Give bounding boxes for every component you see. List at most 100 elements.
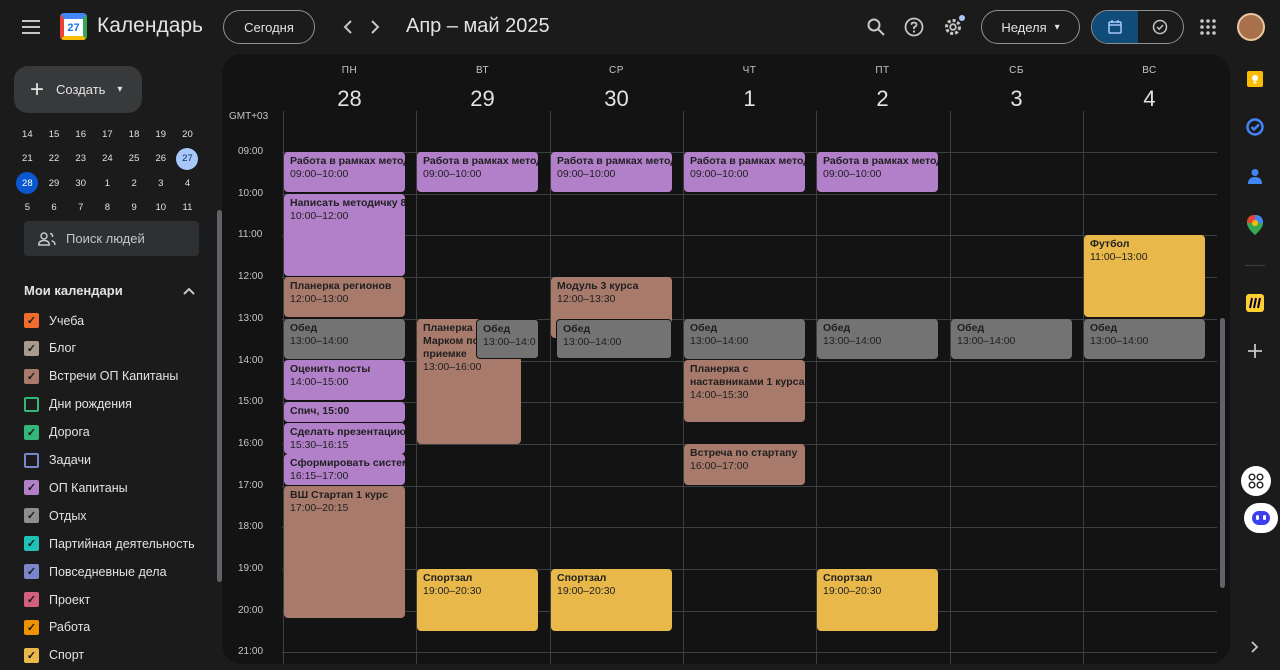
checkbox-icon[interactable]: ✓ xyxy=(24,592,39,607)
checkbox-icon[interactable]: ✓ xyxy=(24,424,39,440)
calendar-event[interactable]: Сформировать систем 16:15–17:00 xyxy=(284,454,405,485)
calendar-event[interactable]: Спортзал 19:00–20:30 xyxy=(417,569,538,631)
calendar-event[interactable]: Оценить посты 14:00–15:00 xyxy=(284,360,405,400)
mini-calendar-day[interactable]: 25 xyxy=(121,148,148,170)
checkbox-icon[interactable] xyxy=(24,452,39,468)
calendar-view-icon[interactable] xyxy=(1092,11,1138,43)
calendar-event[interactable]: Обед 13:00–14:00 xyxy=(1084,319,1205,359)
calendar-event[interactable]: Написать методичку 8 10:00–12:00 xyxy=(284,194,405,276)
calendar-event[interactable]: Работа в рамках метод 09:00–10:00 xyxy=(284,152,405,192)
mini-calendar-day[interactable]: 20 xyxy=(174,123,201,145)
calendar-event[interactable]: Работа в рамках метод 09:00–10:00 xyxy=(817,152,938,192)
today-button[interactable]: Сегодня xyxy=(223,10,315,44)
calendar-item[interactable]: ✓ Проект xyxy=(24,592,90,607)
calendar-item[interactable]: ✓ Отдых xyxy=(24,508,87,524)
mini-calendar-day[interactable]: 1 xyxy=(94,172,121,194)
settings-gear-icon[interactable] xyxy=(941,15,965,39)
mini-calendar-day[interactable]: 18 xyxy=(121,123,148,145)
mini-calendar-day[interactable]: 27 xyxy=(176,147,199,170)
calendar-event[interactable]: Планерка с наставниками 1 курса 14:00–15:3… xyxy=(684,360,805,422)
account-avatar[interactable] xyxy=(1237,13,1265,41)
search-icon[interactable] xyxy=(864,15,888,39)
calendar-event[interactable]: Футбол 11:00–13:00 xyxy=(1084,235,1205,317)
google-apps-icon[interactable] xyxy=(1196,15,1220,39)
expand-panel-icon[interactable] xyxy=(1241,633,1269,661)
mini-calendar-day[interactable]: 28 xyxy=(16,172,39,195)
day-date[interactable]: 4 xyxy=(1083,86,1216,112)
calendar-item[interactable]: ✓ Работа xyxy=(24,619,90,635)
checkbox-icon[interactable]: ✓ xyxy=(24,647,39,663)
tasks-icon[interactable] xyxy=(1241,113,1269,141)
mini-calendar-day[interactable]: 3 xyxy=(147,172,174,194)
mini-calendar-day[interactable]: 19 xyxy=(147,123,174,145)
calendar-item[interactable]: ✓ Повседневные дела xyxy=(24,564,167,580)
checkbox-icon[interactable]: ✓ xyxy=(24,368,39,384)
calendar-event[interactable]: ВШ Стартап 1 курс 17:00–20:15 xyxy=(284,486,405,618)
mini-calendar-day[interactable]: 16 xyxy=(67,123,94,145)
day-header[interactable]: ПТ 2 xyxy=(816,54,949,112)
calendar-event[interactable]: Работа в рамках метод 09:00–10:00 xyxy=(684,152,805,192)
checkbox-icon[interactable]: ✓ xyxy=(24,313,39,328)
calendar-event[interactable]: Спич, 15:00 xyxy=(284,402,405,422)
tasks-view-icon[interactable] xyxy=(1138,11,1184,43)
calendar-item[interactable]: ✓ Спорт xyxy=(24,647,84,663)
calendar-event[interactable]: Сделать презентацию 15:30–16:15 xyxy=(284,423,405,454)
checkbox-icon[interactable]: ✓ xyxy=(24,564,39,580)
mini-calendar-day[interactable]: 15 xyxy=(41,123,68,145)
mini-calendar-day[interactable]: 4 xyxy=(174,172,201,194)
mini-calendar-day[interactable]: 2 xyxy=(121,172,148,194)
mini-calendar-day[interactable]: 11 xyxy=(174,197,201,219)
day-date[interactable]: 1 xyxy=(683,86,816,112)
people-search-input[interactable]: Поиск людей xyxy=(24,221,199,256)
calendar-item[interactable]: Задачи xyxy=(24,452,91,468)
calendar-item[interactable]: ✓ Дорога xyxy=(24,424,90,440)
mini-calendar-day[interactable]: 26 xyxy=(147,148,174,170)
calendar-item[interactable]: ✓ Учеба xyxy=(24,313,84,328)
calendar-event[interactable]: Планерка регионов 12:00–13:00 xyxy=(284,277,405,317)
day-header[interactable]: ЧТ 1 xyxy=(683,54,816,112)
mini-calendar-day[interactable]: 8 xyxy=(94,197,121,219)
mini-calendar-day[interactable]: 24 xyxy=(94,148,121,170)
day-date[interactable]: 28 xyxy=(283,86,416,112)
day-header[interactable]: ВС 4 xyxy=(1083,54,1216,112)
add-addon-icon[interactable] xyxy=(1241,337,1269,365)
mini-calendar-day[interactable]: 7 xyxy=(67,197,94,219)
floating-grid-icon[interactable] xyxy=(1241,466,1271,496)
contacts-icon[interactable] xyxy=(1241,162,1269,190)
checkbox-icon[interactable]: ✓ xyxy=(24,480,39,496)
calendar-event[interactable]: Встреча по стартапу 16:00–17:00 xyxy=(684,444,805,485)
calendar-event[interactable]: Работа в рамках метод 09:00–10:00 xyxy=(417,152,538,192)
day-date[interactable]: 3 xyxy=(950,86,1083,112)
main-menu-icon[interactable] xyxy=(19,15,43,39)
calendar-event[interactable]: Обед 13:00–14:0 xyxy=(476,319,539,359)
grid-scrollbar[interactable] xyxy=(1220,318,1225,588)
calendar-item[interactable]: ✓ Блог xyxy=(24,340,76,356)
calendar-event[interactable]: Обед 13:00–14:00 xyxy=(951,319,1072,359)
checkbox-icon[interactable]: ✓ xyxy=(24,619,39,635)
calendar-event[interactable]: Обед 13:00–14:00 xyxy=(284,319,405,359)
calendar-item[interactable]: ✓ Партийная деятельность xyxy=(24,536,195,552)
day-header[interactable]: ВТ 29 xyxy=(416,54,549,112)
calendar-event[interactable]: Обед 13:00–14:00 xyxy=(556,319,672,359)
mini-calendar-day[interactable]: 29 xyxy=(41,172,68,194)
mini-calendar-day[interactable]: 5 xyxy=(14,197,41,219)
mini-calendar-day[interactable]: 14 xyxy=(14,123,41,145)
miro-icon[interactable] xyxy=(1241,289,1269,317)
create-button[interactable]: + Создать ▾ xyxy=(14,66,142,113)
view-selector[interactable]: Неделя ▾ xyxy=(981,10,1080,44)
calendar-item[interactable]: Дни рождения xyxy=(24,396,132,412)
calendar-event[interactable]: Обед 13:00–14:00 xyxy=(684,319,805,359)
calendar-event[interactable]: Обед 13:00–14:00 xyxy=(817,319,938,359)
prev-week-icon[interactable] xyxy=(336,15,358,39)
mini-calendar-day[interactable]: 10 xyxy=(147,197,174,219)
day-date[interactable]: 2 xyxy=(816,86,949,112)
day-date[interactable]: 29 xyxy=(416,86,549,112)
maps-icon[interactable] xyxy=(1241,211,1269,239)
checkbox-icon[interactable]: ✓ xyxy=(24,508,39,524)
mini-calendar-day[interactable]: 6 xyxy=(41,197,68,219)
checkbox-icon[interactable] xyxy=(24,396,39,412)
checkbox-icon[interactable]: ✓ xyxy=(24,536,39,552)
help-icon[interactable] xyxy=(902,15,926,39)
calendar-logo-icon[interactable]: 27 xyxy=(60,13,87,40)
calendar-event[interactable]: Спортзал 19:00–20:30 xyxy=(551,569,672,631)
